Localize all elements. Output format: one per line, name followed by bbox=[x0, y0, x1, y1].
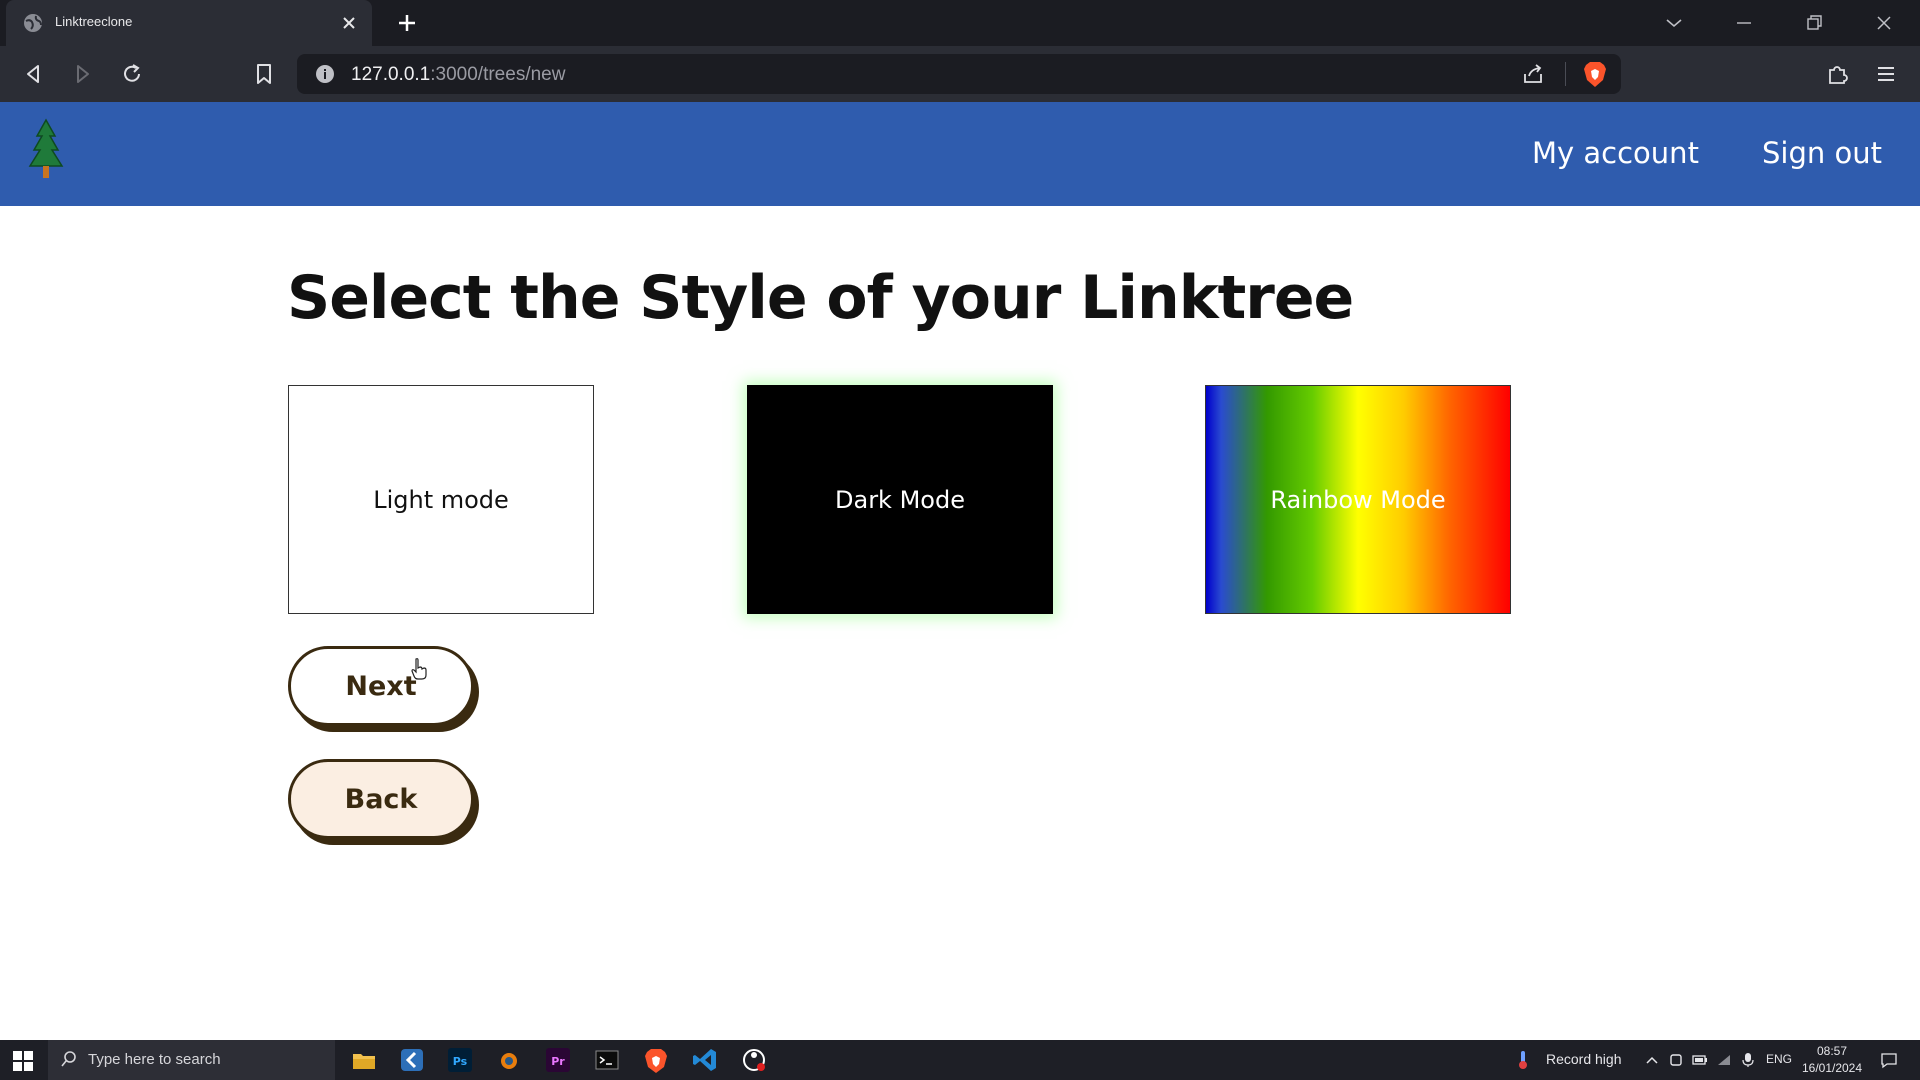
back-button-label: Back bbox=[344, 783, 418, 815]
back-arrow-icon[interactable] bbox=[20, 60, 48, 88]
my-account-link[interactable]: My account bbox=[1532, 136, 1699, 170]
new-tab-icon[interactable] bbox=[392, 8, 422, 38]
bookmark-icon[interactable] bbox=[250, 60, 278, 88]
dark-mode-option[interactable]: Dark Mode bbox=[747, 385, 1053, 614]
close-tab-icon[interactable] bbox=[336, 10, 362, 36]
brave-browser-icon[interactable] bbox=[642, 1046, 670, 1074]
next-button-label: Next bbox=[345, 670, 417, 702]
browser-tab-bar: Linktreeclone bbox=[0, 0, 1920, 46]
thermometer-icon[interactable] bbox=[1516, 1050, 1530, 1070]
address-bar[interactable]: 127.0.0.1:3000/trees/new bbox=[297, 54, 1621, 94]
globe-icon bbox=[24, 14, 42, 32]
file-explorer-icon[interactable] bbox=[350, 1046, 378, 1074]
taskbar-clock[interactable]: 08:57 16/01/2024 bbox=[1800, 1043, 1864, 1077]
address-url[interactable]: 127.0.0.1:3000/trees/new bbox=[351, 64, 565, 86]
terminal-icon[interactable] bbox=[593, 1046, 621, 1074]
rainbow-mode-option[interactable]: Rainbow Mode bbox=[1205, 385, 1511, 614]
minimize-icon[interactable] bbox=[1726, 6, 1762, 40]
obs-recorder-icon[interactable] bbox=[740, 1046, 768, 1074]
windows-start-icon[interactable] bbox=[12, 1050, 34, 1072]
svg-text:Ps: Ps bbox=[453, 1055, 468, 1068]
onedrive-icon[interactable] bbox=[1668, 1052, 1684, 1068]
photoshop-icon[interactable]: Ps bbox=[446, 1046, 474, 1074]
dev-app-icon[interactable] bbox=[398, 1046, 426, 1074]
url-host: 127.0.0.1 bbox=[351, 64, 431, 85]
clock-date: 16/01/2024 bbox=[1801, 1061, 1863, 1075]
sign-out-link[interactable]: Sign out bbox=[1762, 136, 1882, 170]
site-info-icon[interactable] bbox=[315, 64, 335, 84]
hand-pointer-cursor-icon bbox=[411, 658, 427, 680]
site-header: My account Sign out bbox=[0, 102, 1920, 206]
clock-time: 08:57 bbox=[1816, 1044, 1848, 1058]
blender-icon[interactable] bbox=[495, 1046, 523, 1074]
search-icon bbox=[61, 1051, 76, 1067]
forward-arrow-icon[interactable] bbox=[68, 60, 96, 88]
tree-logo-icon[interactable] bbox=[26, 118, 66, 180]
page-title: Select the Style of your Linktree bbox=[287, 263, 1354, 333]
light-mode-option[interactable]: Light mode bbox=[288, 385, 594, 614]
light-mode-label: Light mode bbox=[373, 485, 509, 514]
notifications-icon[interactable] bbox=[1880, 1051, 1898, 1069]
tab-list-chevron-icon[interactable] bbox=[1656, 6, 1692, 40]
microphone-icon[interactable] bbox=[1740, 1052, 1756, 1068]
reload-icon[interactable] bbox=[118, 60, 146, 88]
close-window-icon[interactable] bbox=[1866, 6, 1902, 40]
dark-mode-label: Dark Mode bbox=[835, 485, 965, 514]
svg-text:Pr: Pr bbox=[551, 1055, 565, 1068]
windows-taskbar: Type here to search Ps Pr Record high EN… bbox=[0, 1040, 1920, 1080]
next-button[interactable]: Next bbox=[288, 646, 474, 726]
vscode-icon[interactable] bbox=[691, 1046, 719, 1074]
address-bar-divider bbox=[1565, 62, 1566, 86]
rainbow-mode-label: Rainbow Mode bbox=[1270, 485, 1446, 514]
search-placeholder: Type here to search bbox=[88, 1051, 221, 1068]
battery-icon[interactable] bbox=[1692, 1052, 1708, 1068]
tab-title: Linktreeclone bbox=[55, 14, 133, 29]
extensions-puzzle-icon[interactable] bbox=[1823, 60, 1851, 88]
restore-icon[interactable] bbox=[1796, 6, 1832, 40]
tray-chevron-up-icon[interactable] bbox=[1644, 1052, 1660, 1068]
weather-text[interactable]: Record high bbox=[1546, 1051, 1622, 1067]
wifi-icon[interactable] bbox=[1716, 1052, 1732, 1068]
browser-tab[interactable]: Linktreeclone bbox=[6, 0, 372, 46]
taskbar-search[interactable]: Type here to search bbox=[48, 1040, 335, 1080]
back-button[interactable]: Back bbox=[288, 759, 474, 839]
browser-toolbar: 127.0.0.1:3000/trees/new bbox=[0, 46, 1920, 102]
premiere-pro-icon[interactable]: Pr bbox=[544, 1046, 572, 1074]
share-icon[interactable] bbox=[1521, 62, 1545, 86]
url-path: :3000/trees/new bbox=[430, 64, 566, 85]
menu-icon[interactable] bbox=[1872, 60, 1900, 88]
language-indicator[interactable]: ENG bbox=[1766, 1052, 1792, 1066]
brave-shields-icon[interactable] bbox=[1581, 59, 1609, 89]
